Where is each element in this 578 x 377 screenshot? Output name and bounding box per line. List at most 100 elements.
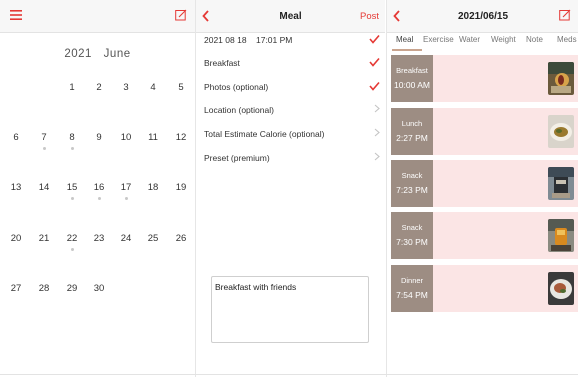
- calendar-header: [0, 0, 195, 33]
- meal-photo-thumbnail[interactable]: [548, 219, 574, 252]
- entry-time-block: Lunch 2:27 PM: [391, 108, 433, 155]
- tab-meal[interactable]: Meal: [396, 35, 413, 44]
- photos-row[interactable]: Photos (optional): [204, 81, 380, 92]
- entry-category: Snack: [401, 223, 423, 232]
- calendar-day[interactable]: 9: [89, 132, 109, 143]
- meal-entry-card[interactable]: Lunch 2:27 PM: [391, 108, 578, 155]
- calorie-label: Total Estimate Calorie (optional): [204, 129, 325, 139]
- tab-meds[interactable]: Meds: [557, 35, 577, 44]
- calorie-row[interactable]: Total Estimate Calorie (optional): [204, 128, 380, 139]
- checkmark-icon: [369, 34, 380, 44]
- meal-entry-card[interactable]: Snack 7:23 PM: [391, 160, 578, 207]
- calendar-day[interactable]: 5: [171, 82, 191, 93]
- calendar-panel: 2021 June 1 2 3 4 5 6 7 8 9 10 11 12 13 …: [0, 0, 196, 377]
- active-tab-indicator: [392, 49, 422, 51]
- calendar-day[interactable]: 8: [62, 132, 82, 143]
- breakfast-row[interactable]: Breakfast: [204, 57, 380, 68]
- entry-time: 7:23 PM: [396, 185, 428, 195]
- menu-icon[interactable]: [10, 10, 22, 20]
- calendar-day[interactable]: 2: [89, 82, 109, 93]
- entry-category: Breakfast: [396, 66, 428, 75]
- calendar-day[interactable]: 6: [6, 132, 26, 143]
- calendar-day[interactable]: 30: [89, 283, 109, 294]
- meal-entry-card[interactable]: Breakfast 10:00 AM: [391, 55, 578, 102]
- calendar-day[interactable]: 25: [143, 233, 163, 244]
- calendar-day[interactable]: 16: [89, 182, 109, 193]
- calendar-day[interactable]: 20: [6, 233, 26, 244]
- chevron-right-icon: [374, 152, 380, 161]
- calendar-day[interactable]: 19: [171, 182, 191, 193]
- calendar-day[interactable]: 4: [143, 82, 163, 93]
- datetime-row[interactable]: 2021 08 18 17:01 PM: [204, 34, 380, 45]
- calendar-day[interactable]: 13: [6, 182, 26, 193]
- entry-indicator-dot: [43, 147, 46, 150]
- meal-form-header: Meal Post: [196, 0, 385, 33]
- calendar-day[interactable]: 14: [34, 182, 54, 193]
- meal-photo-thumbnail[interactable]: [548, 167, 574, 200]
- meal-form-panel: Meal Post 2021 08 18 17:01 PM Breakfast …: [196, 0, 385, 377]
- calendar-day[interactable]: 26: [171, 233, 191, 244]
- calendar-day[interactable]: 17: [116, 182, 136, 193]
- tab-note[interactable]: Note: [526, 35, 543, 44]
- entry-time: 2:27 PM: [396, 133, 428, 143]
- calendar-day[interactable]: 3: [116, 82, 136, 93]
- year-label: 2021: [64, 48, 92, 60]
- entry-indicator-dot: [71, 197, 74, 200]
- photos-label: Photos (optional): [204, 82, 269, 92]
- calendar-day[interactable]: 12: [171, 132, 191, 143]
- calendar-day[interactable]: 21: [34, 233, 54, 244]
- entry-category: Snack: [401, 171, 423, 180]
- month-year-label: 2021 June: [0, 48, 195, 60]
- entry-time: 10:00 AM: [394, 80, 430, 90]
- day-log-date: 2021/06/15: [457, 11, 509, 22]
- compose-icon[interactable]: [175, 9, 187, 21]
- calendar-day[interactable]: 29: [62, 283, 82, 294]
- entry-indicator-dot: [98, 197, 101, 200]
- meal-photo-thumbnail[interactable]: [548, 115, 574, 148]
- entry-time-block: Dinner 7:54 PM: [391, 265, 433, 312]
- calendar-day[interactable]: 18: [143, 182, 163, 193]
- post-button[interactable]: Post: [360, 11, 379, 22]
- note-textarea[interactable]: Breakfast with friends: [211, 276, 369, 343]
- meal-form-title: Meal: [279, 11, 302, 22]
- entry-time-block: Snack 7:30 PM: [391, 212, 433, 259]
- entry-indicator-dot: [125, 197, 128, 200]
- entry-category: Dinner: [400, 276, 424, 285]
- compose-icon[interactable]: [559, 9, 571, 21]
- preset-label: Preset (premium): [204, 153, 270, 163]
- meal-photo-thumbnail[interactable]: [548, 272, 574, 305]
- entry-time-block: Breakfast 10:00 AM: [391, 55, 433, 102]
- chevron-right-icon: [374, 104, 380, 113]
- checkmark-icon: [369, 81, 380, 91]
- tab-exercise[interactable]: Exercise: [423, 35, 454, 44]
- calendar-day[interactable]: 1: [62, 82, 82, 93]
- meal-entry-card[interactable]: Dinner 7:54 PM: [391, 265, 578, 312]
- calendar-day[interactable]: 24: [116, 233, 136, 244]
- calendar-day[interactable]: 7: [34, 132, 54, 143]
- entry-indicator-dot: [71, 147, 74, 150]
- calendar-day[interactable]: 15: [62, 182, 82, 193]
- calendar-day[interactable]: 10: [116, 132, 136, 143]
- tab-water[interactable]: Water: [459, 35, 480, 44]
- entry-category: Lunch: [401, 119, 423, 128]
- location-label: Location (optional): [204, 105, 274, 115]
- chevron-right-icon: [374, 128, 380, 137]
- preset-row[interactable]: Preset (premium): [204, 152, 380, 163]
- calendar-day[interactable]: 27: [6, 283, 26, 294]
- bottom-divider: [0, 374, 578, 375]
- meal-entry-card[interactable]: Snack 7:30 PM: [391, 212, 578, 259]
- calendar-day[interactable]: 23: [89, 233, 109, 244]
- location-row[interactable]: Location (optional): [204, 104, 380, 115]
- calendar-day[interactable]: 22: [62, 233, 82, 244]
- checkmark-icon: [369, 57, 380, 67]
- calendar-day[interactable]: 11: [143, 132, 163, 143]
- meal-type-value: Breakfast: [204, 58, 240, 68]
- calendar-day[interactable]: 28: [34, 283, 54, 294]
- tab-weight[interactable]: Weight: [491, 35, 516, 44]
- entry-time-block: Snack 7:23 PM: [391, 160, 433, 207]
- day-log-header: 2021/06/15: [387, 0, 578, 33]
- meal-photo-thumbnail[interactable]: [548, 62, 574, 95]
- day-log-panel: 2021/06/15 Meal Exercise Water Weight No…: [386, 0, 578, 377]
- entry-indicator-dot: [71, 248, 74, 251]
- entry-time: 7:54 PM: [396, 290, 428, 300]
